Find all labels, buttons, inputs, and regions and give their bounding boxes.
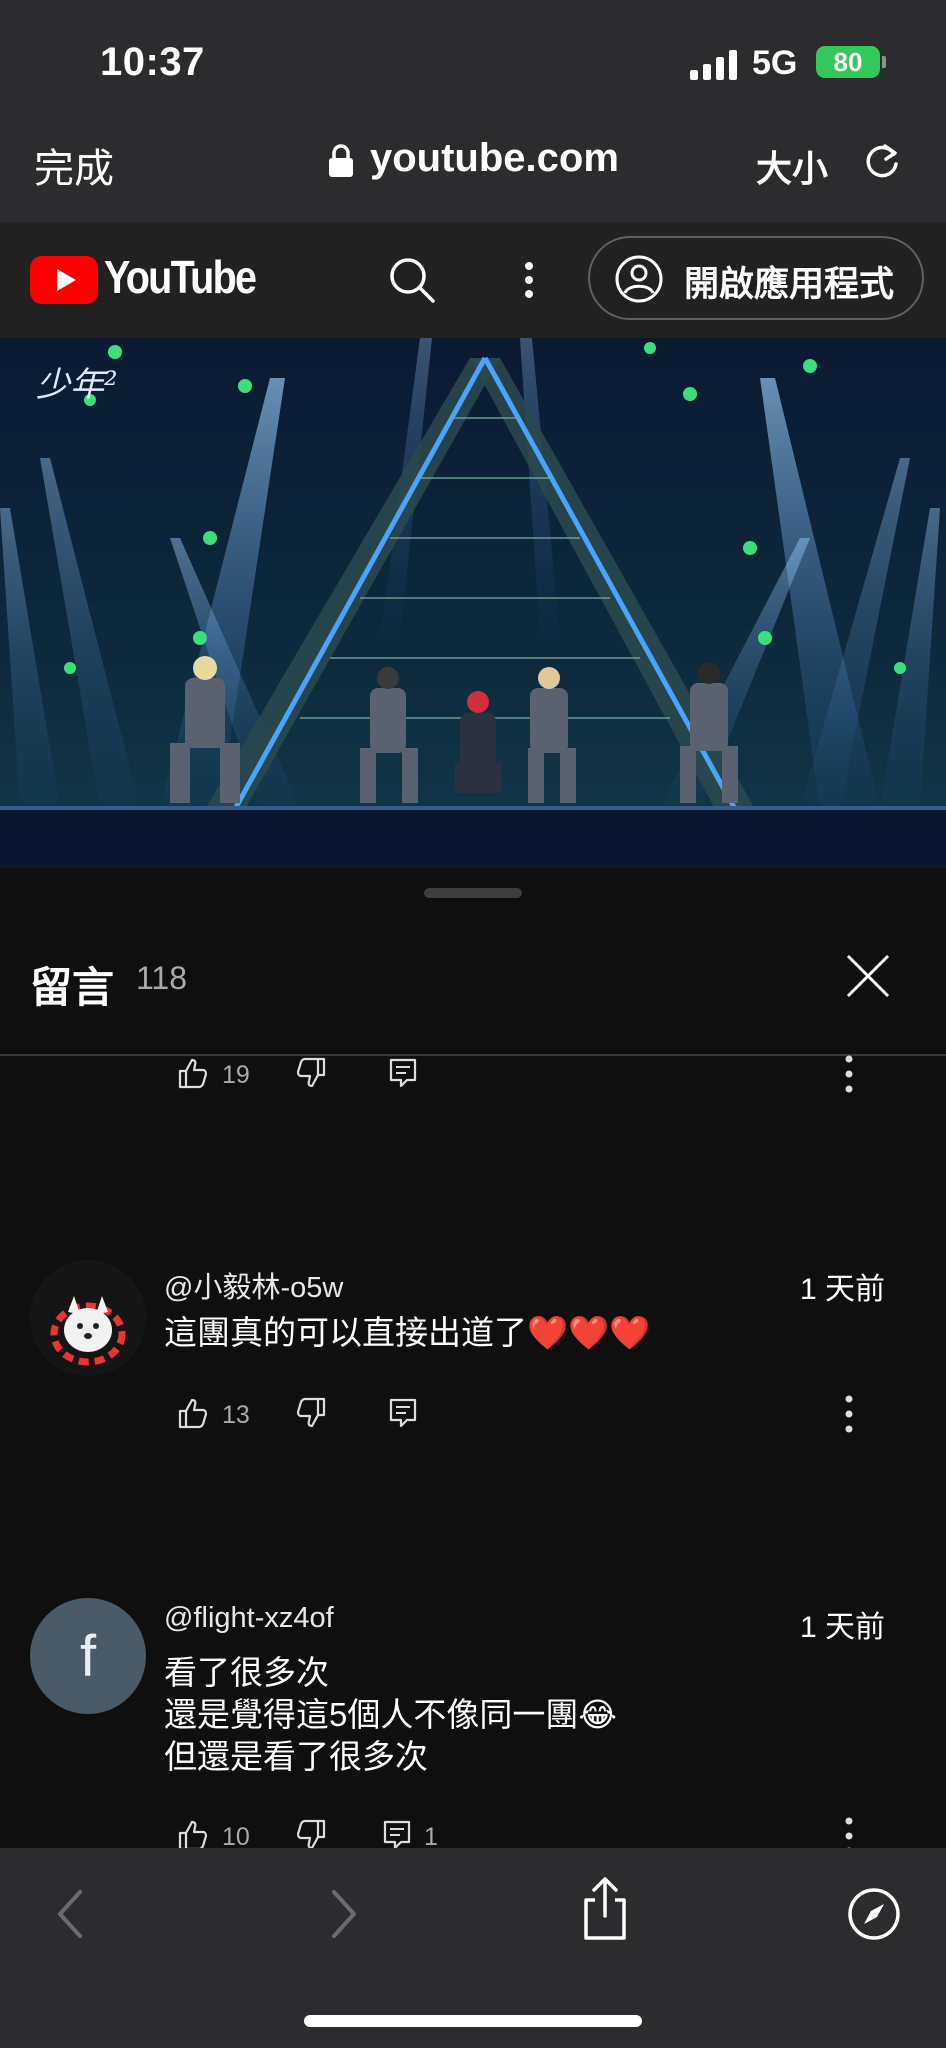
like-count: 13 — [222, 1401, 250, 1429]
status-time: 10:37 — [100, 40, 205, 84]
cellular-signal-icon — [690, 50, 737, 80]
share-icon[interactable] — [580, 1876, 630, 1942]
reload-icon[interactable] — [860, 138, 904, 182]
avatar-letter: f — [79, 1623, 97, 1689]
comment-author[interactable]: @小毅林-o5w — [164, 1264, 343, 1306]
youtube-wordmark[interactable]: YouTube — [104, 250, 257, 304]
divider — [0, 1054, 946, 1056]
done-button[interactable]: 完成 — [34, 136, 114, 194]
comment-menu-icon[interactable] — [844, 1394, 854, 1434]
avatar[interactable] — [30, 1260, 146, 1376]
battery-cap — [882, 56, 886, 68]
video-player[interactable]: 少年² — [0, 338, 946, 868]
more-options-icon[interactable] — [514, 254, 544, 306]
like-icon[interactable] — [176, 1818, 210, 1852]
dislike-icon[interactable] — [294, 1396, 328, 1430]
dog-avatar-icon — [30, 1260, 146, 1376]
comments-title: 留言 — [30, 964, 115, 1011]
comment-time: 1 天前 — [800, 1273, 886, 1306]
account-icon — [615, 255, 663, 303]
comment-text: 看了很多次 還是覺得這5個人不像同一團😂 但還是看了很多次 — [164, 1654, 617, 1775]
reply-icon[interactable] — [386, 1056, 420, 1090]
back-icon[interactable] — [52, 1886, 92, 1942]
close-icon[interactable] — [844, 952, 892, 1000]
compass-icon[interactable] — [846, 1886, 902, 1942]
reply-icon[interactable] — [380, 1818, 414, 1852]
url-address[interactable]: youtube.com — [370, 136, 619, 181]
comment-author[interactable]: @flight-xz4of — [164, 1602, 334, 1635]
comment-text: 這團真的可以直接出道了❤️❤️❤️ — [164, 1314, 651, 1351]
battery-level: 80 — [833, 47, 863, 77]
like-count: 19 — [222, 1061, 250, 1089]
youtube-logo-icon[interactable] — [30, 256, 98, 304]
show-logo: 少年² — [36, 365, 118, 405]
forward-icon[interactable] — [322, 1886, 362, 1942]
home-indicator[interactable] — [304, 2015, 642, 2027]
like-icon[interactable] — [176, 1396, 210, 1430]
open-app-label: 開啟應用程式 — [684, 265, 895, 304]
network-type: 5G — [752, 44, 798, 82]
comment-menu-icon[interactable] — [844, 1054, 854, 1094]
avatar[interactable]: f — [30, 1598, 146, 1714]
dislike-icon[interactable] — [294, 1056, 328, 1090]
comments-count: 118 — [136, 960, 188, 996]
lock-icon — [329, 144, 353, 177]
text-size-button[interactable]: 大小 — [756, 140, 828, 192]
comment-time: 1 天前 — [800, 1611, 886, 1644]
drag-handle[interactable] — [424, 888, 522, 898]
like-icon[interactable] — [176, 1056, 210, 1090]
dislike-icon[interactable] — [294, 1818, 328, 1852]
search-icon[interactable] — [386, 254, 438, 306]
reply-icon[interactable] — [386, 1396, 420, 1430]
video-frame-image: 少年² — [0, 338, 946, 868]
